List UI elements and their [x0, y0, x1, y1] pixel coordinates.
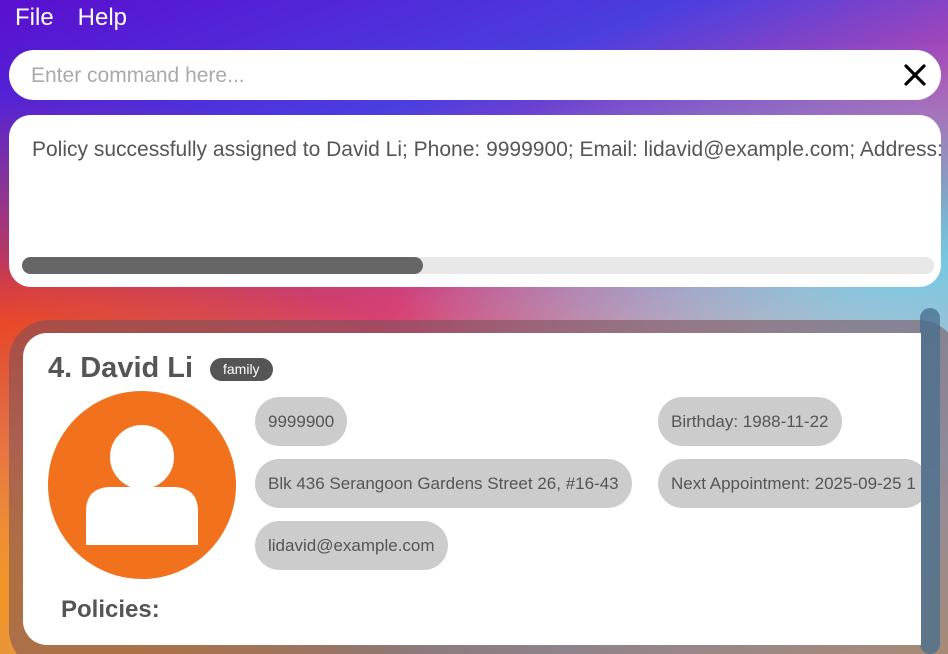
address-field: Blk 436 Serangoon Gardens Street 26, #16…	[255, 459, 632, 508]
person-avatar-icon	[48, 391, 236, 579]
menu-file[interactable]: File	[15, 4, 54, 32]
result-message: Policy successfully assigned to David Li…	[32, 138, 941, 161]
person-card[interactable]: 4. David Li family 9999900 Blk 436 Seran…	[23, 333, 921, 645]
result-display: Policy successfully assigned to David Li…	[9, 115, 941, 287]
policies-label: Policies:	[61, 596, 160, 623]
person-list-vertical-scrollbar[interactable]	[920, 308, 940, 654]
scrollbar-thumb[interactable]	[22, 257, 424, 274]
close-icon[interactable]	[903, 63, 927, 87]
result-horizontal-scrollbar[interactable]	[22, 257, 934, 274]
menu-help[interactable]: Help	[78, 4, 127, 32]
next-appointment-field: Next Appointment: 2025-09-25 1	[658, 459, 921, 508]
command-input[interactable]	[29, 50, 893, 102]
email-field: lidavid@example.com	[255, 521, 448, 570]
phone-field: 9999900	[255, 397, 348, 446]
command-box	[9, 50, 941, 102]
tag-badge: family	[210, 358, 273, 381]
birthday-field: Birthday: 1988-11-22	[658, 397, 842, 446]
person-name: 4. David Li	[48, 352, 194, 384]
menu-bar: File Help	[0, 0, 127, 36]
